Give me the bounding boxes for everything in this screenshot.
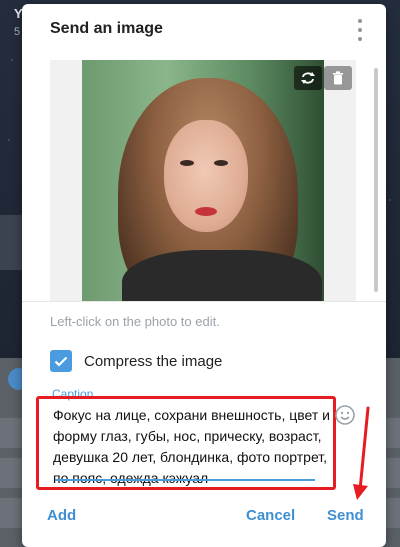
- chat-subtitle: 5: [14, 26, 21, 38]
- dialog-title: Send an image: [50, 20, 163, 37]
- divider: [22, 301, 386, 302]
- caption-input[interactable]: Фокус на лице, сохрани внешность, цвет и…: [36, 396, 336, 490]
- media-preview[interactable]: [50, 60, 356, 302]
- scrollbar[interactable]: [374, 68, 378, 292]
- compress-label: Compress the image: [84, 352, 223, 370]
- caption-underline: [55, 479, 315, 481]
- list-item: [384, 498, 400, 528]
- arrow-annotation: [353, 406, 370, 500]
- compress-checkbox[interactable]: [50, 350, 72, 372]
- trash-icon[interactable]: [324, 66, 352, 90]
- check-icon: [54, 356, 68, 367]
- list-item: [384, 458, 400, 488]
- cancel-button[interactable]: Cancel: [246, 507, 295, 524]
- photo-preview[interactable]: [82, 60, 324, 302]
- more-vertical-icon[interactable]: [352, 19, 368, 41]
- caption-text: Фокус на лице, сохрани внешность, цвет и…: [53, 407, 330, 486]
- add-button[interactable]: Add: [47, 507, 76, 524]
- send-image-dialog: Send an image Left-click on the photo to…: [22, 4, 386, 547]
- refresh-icon[interactable]: [294, 66, 322, 90]
- edit-hint: Left-click on the photo to edit.: [50, 314, 220, 329]
- photo-toolbar: [294, 66, 352, 90]
- send-button[interactable]: Send: [327, 507, 364, 524]
- compress-checkbox-row[interactable]: Compress the image: [50, 350, 222, 372]
- list-item: [384, 418, 400, 448]
